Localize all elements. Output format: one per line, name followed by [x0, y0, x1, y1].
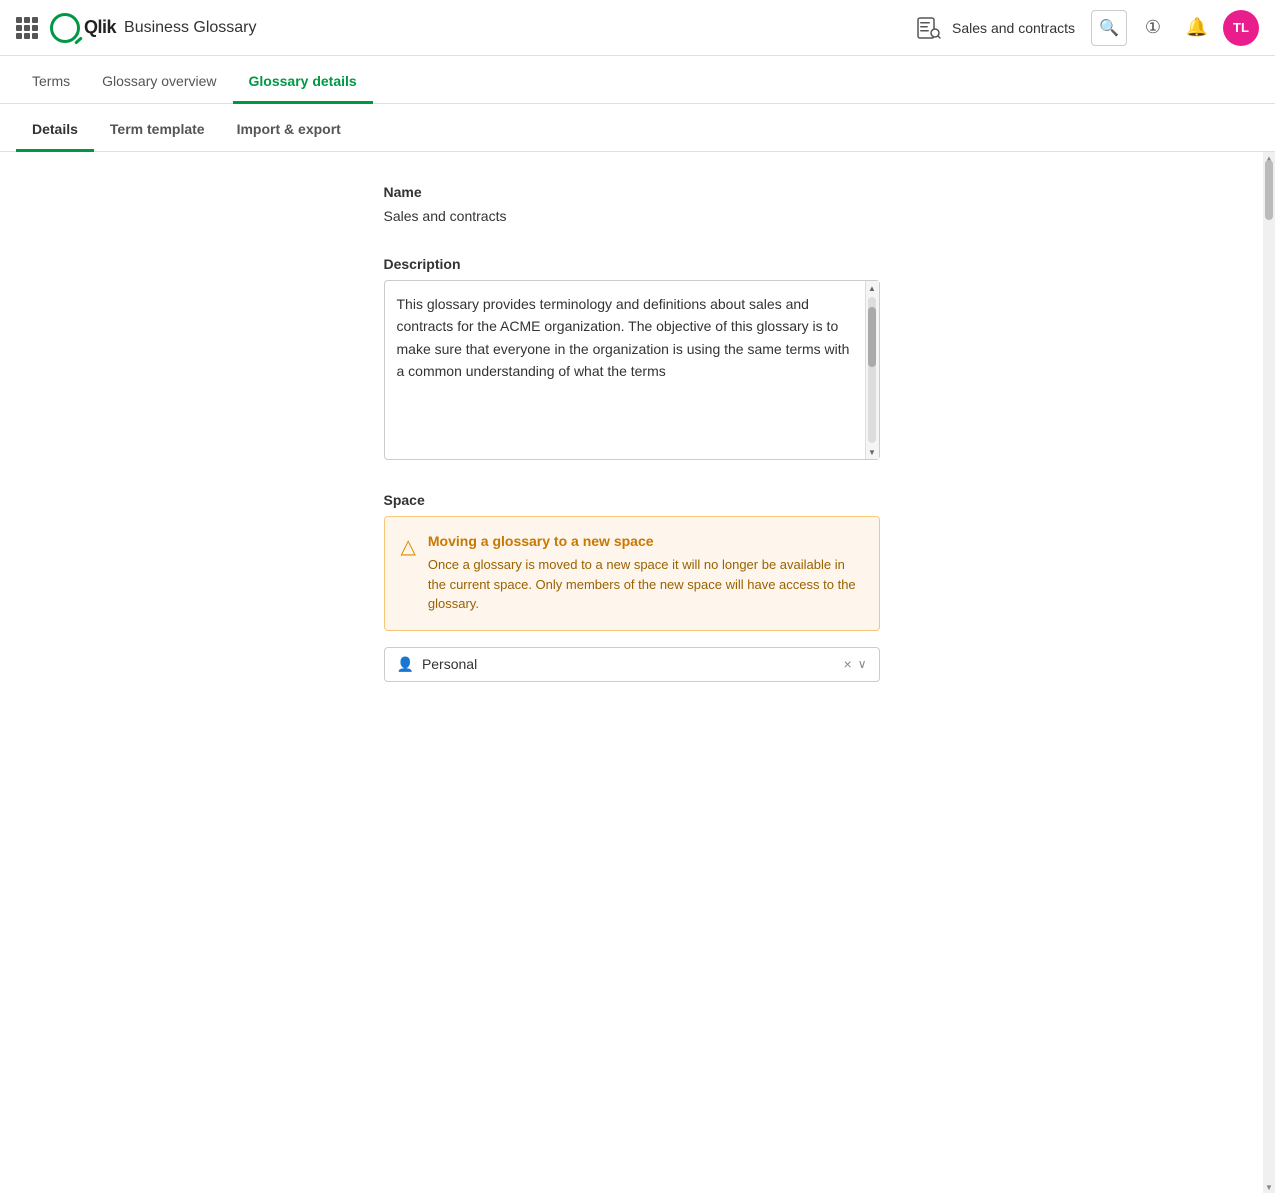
user-avatar[interactable]: TL	[1223, 10, 1259, 46]
content-scroll[interactable]: Name Sales and contracts Description Thi…	[0, 152, 1263, 1193]
name-label: Name	[384, 184, 880, 200]
description-field-group: Description This glossary provides termi…	[384, 256, 880, 460]
bell-icon: 🔔	[1186, 17, 1208, 38]
space-label: Space	[384, 492, 880, 508]
help-button[interactable]: ①	[1135, 10, 1171, 46]
tab-details[interactable]: Details	[16, 109, 94, 152]
scrollbar-down-arrow[interactable]: ▼	[1263, 1181, 1275, 1193]
warning-content: Moving a glossary to a new space Once a …	[428, 533, 863, 614]
description-label: Description	[384, 256, 880, 272]
main-area: Name Sales and contracts Description Thi…	[0, 152, 1275, 1193]
space-field-group: Space △ Moving a glossary to a new space…	[384, 492, 880, 682]
search-button[interactable]: 🔍	[1091, 10, 1127, 46]
qlik-logo-icon	[50, 13, 80, 43]
glossary-book-svg	[915, 15, 941, 41]
space-clear-button[interactable]: ×	[844, 656, 852, 672]
desc-scroll-thumb	[868, 307, 876, 367]
warning-text: Once a glossary is moved to a new space …	[428, 555, 863, 614]
user-icon: 👤	[397, 656, 414, 673]
tab-glossary-details[interactable]: Glossary details	[233, 61, 373, 104]
scrollbar-thumb	[1265, 160, 1273, 220]
notifications-button[interactable]: 🔔	[1179, 10, 1215, 46]
description-scrollbar[interactable]: ▲ ▼	[865, 281, 879, 459]
warning-triangle-icon: △	[401, 534, 416, 614]
name-value: Sales and contracts	[384, 208, 880, 224]
glossary-icon	[912, 12, 944, 44]
center-area: Sales and contracts	[912, 12, 1075, 44]
grid-menu-icon[interactable]	[16, 17, 38, 39]
qlik-brand: Qlik	[50, 13, 116, 43]
logo-area: Qlik Business Glossary	[50, 13, 257, 43]
description-content: This glossary provides terminology and d…	[385, 281, 879, 459]
space-selector[interactable]: 👤 Personal × ∨	[384, 647, 880, 682]
name-field-group: Name Sales and contracts	[384, 184, 880, 224]
desc-scroll-up-arrow[interactable]: ▲	[865, 281, 879, 295]
desc-scroll-track	[868, 297, 876, 443]
space-value: Personal	[422, 656, 836, 672]
warning-title: Moving a glossary to a new space	[428, 533, 863, 549]
qlik-logo-text: Qlik	[84, 17, 116, 38]
main-scrollbar[interactable]: ▲ ▼	[1263, 152, 1275, 1193]
top-nav-right: 🔍 ① 🔔 TL	[1091, 10, 1259, 46]
desc-scroll-down-arrow[interactable]: ▼	[865, 445, 879, 459]
glossary-name: Sales and contracts	[952, 20, 1075, 36]
secondary-tabs: Details Term template Import & export	[0, 104, 1275, 152]
warning-box: △ Moving a glossary to a new space Once …	[384, 516, 880, 631]
space-chevron-icon[interactable]: ∨	[858, 657, 867, 671]
primary-tabs: Terms Glossary overview Glossary details	[0, 56, 1275, 104]
app-title: Business Glossary	[124, 19, 257, 37]
top-nav-left: Qlik Business Glossary	[16, 13, 896, 43]
space-select-actions: × ∨	[844, 656, 867, 672]
tab-import-export[interactable]: Import & export	[221, 109, 357, 152]
content-inner: Name Sales and contracts Description Thi…	[352, 184, 912, 682]
search-icon: 🔍	[1099, 18, 1119, 38]
tab-term-template[interactable]: Term template	[94, 109, 221, 152]
tab-glossary-overview[interactable]: Glossary overview	[86, 61, 232, 104]
help-icon: ①	[1145, 17, 1161, 38]
top-nav: Qlik Business Glossary Sales and contrac…	[0, 0, 1275, 56]
tab-terms[interactable]: Terms	[16, 61, 86, 104]
description-box: This glossary provides terminology and d…	[384, 280, 880, 460]
